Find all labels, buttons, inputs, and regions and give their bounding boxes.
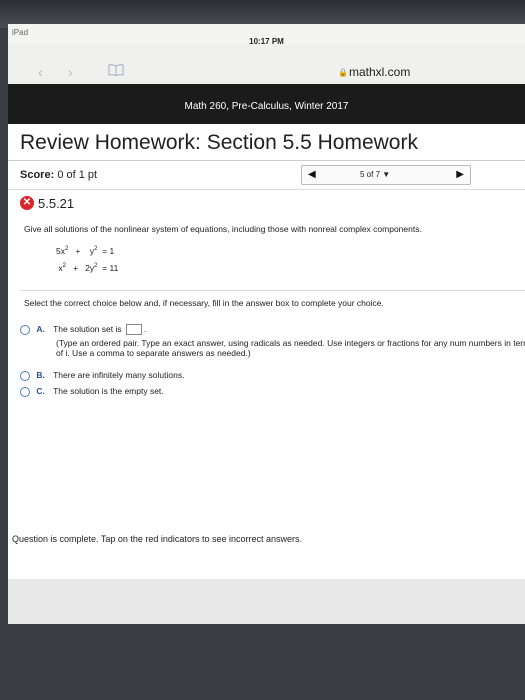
instruction-text: Select the correct choice below and, if … [24,298,384,308]
choice-a-after: . [143,324,147,334]
choice-b-text: There are infinitely many solutions. [53,370,185,380]
choice-c-letter: C. [36,386,45,396]
choice-a-letter: A. [36,324,45,334]
score-value: 0 of 1 pt [57,169,98,181]
device-name: iPad [12,28,29,37]
choice-b[interactable]: B. There are infinitely many solutions. [20,370,184,381]
choice-c-text: The solution is the empty set. [53,386,164,396]
score-text: Score: 0 of 1 pt [20,169,97,181]
radio-button-c[interactable] [20,386,30,397]
question-position-dropdown[interactable]: 5 of 7 ▼ [360,170,390,179]
previous-question-icon[interactable]: ◀ [308,169,316,180]
question-pager: ◀ 5 of 7 ▼ ▶ [301,165,471,185]
equation-1: 5x2 + y2 = 1 [56,246,115,256]
choice-c[interactable]: C. The solution is the empty set. [20,386,164,397]
bottom-panel [8,579,525,624]
lock-icon: 🔒 [338,68,348,77]
choice-a[interactable]: A. The solution set is . [20,324,147,336]
question-header: ✕ 5.5.21 [8,189,525,218]
next-question-icon[interactable]: ▶ [456,169,464,180]
bookmarks-icon[interactable] [108,64,124,76]
url-domain[interactable]: mathxl.com [349,65,410,79]
status-bar: iPad 10:17 PM [8,24,525,46]
radio-button-b[interactable] [20,370,30,381]
browser-toolbar: ‹ › 🔒 mathxl.com [8,44,525,84]
ipad-screen: iPad 10:17 PM ‹ › 🔒 mathxl.com Math 260,… [8,24,525,624]
score-label: Score: [20,169,55,181]
question-prompt: Give all solutions of the nonlinear syst… [24,224,422,234]
question-number: 5.5.21 [38,196,75,211]
equation-2: x2 + 2y2 = 11 [58,263,119,273]
question-content: Give all solutions of the nonlinear syst… [8,218,525,624]
page-title: Review Homework: Section 5.5 Homework [20,131,418,154]
divider [20,290,525,291]
answer-input-box[interactable] [125,324,142,336]
answer-hint: (Type an ordered pair. Type an exact ans… [56,338,525,358]
course-header: Math 260, Pre-Calculus, Winter 2017 [8,84,525,124]
page-header: Review Homework: Section 5.5 Homework [8,124,525,161]
radio-button-a[interactable] [20,324,30,335]
course-name: Math 260, Pre-Calculus, Winter 2017 [184,101,349,112]
choice-b-letter: B. [36,370,45,380]
incorrect-indicator-icon[interactable]: ✕ [20,196,34,210]
choice-a-text: The solution set is [53,324,122,334]
completion-message: Question is complete. Tap on the red ind… [12,534,302,544]
score-bar: Score: 0 of 1 pt ◀ 5 of 7 ▼ ▶ [8,161,525,189]
forward-arrow-icon[interactable]: › [68,64,73,80]
back-arrow-icon[interactable]: ‹ [38,64,43,80]
